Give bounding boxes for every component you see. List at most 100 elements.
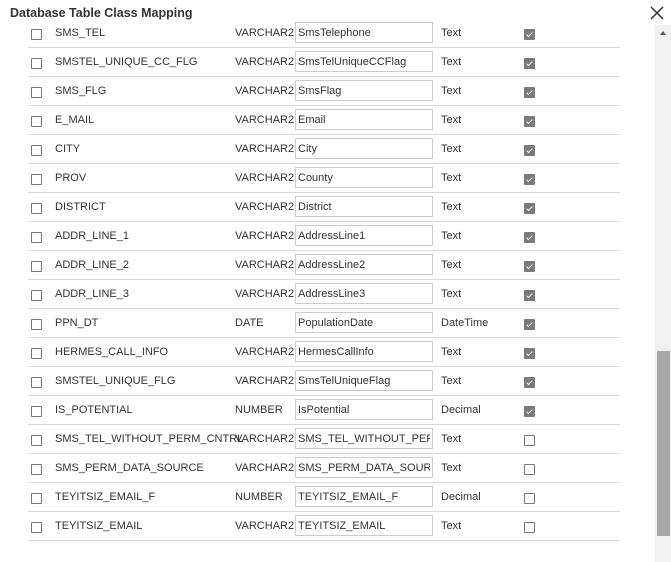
column-name: E_MAIL — [55, 114, 95, 126]
property-name-input[interactable] — [295, 312, 433, 333]
property-class: Text — [441, 375, 462, 387]
property-name-input[interactable] — [295, 486, 433, 507]
mapped-checkbox[interactable] — [524, 464, 535, 475]
table-row: ADDR_LINE_3 VARCHAR2 Text — [28, 280, 620, 309]
mapped-checkbox[interactable] — [524, 319, 535, 330]
column-name: PROV — [55, 172, 87, 184]
column-name: TEYITSIZ_EMAIL_F — [55, 491, 156, 503]
property-class: Text — [441, 433, 462, 445]
column-data-type: NUMBER — [235, 404, 283, 416]
property-name-input[interactable] — [295, 341, 433, 362]
property-class: Text — [441, 462, 462, 474]
mapped-checkbox[interactable] — [524, 377, 535, 388]
table-row: SMS_PERM_DATA_SOURCE VARCHAR2 Text — [28, 454, 620, 483]
property-class: Text — [441, 172, 462, 184]
column-name: ADDR_LINE_3 — [55, 288, 129, 300]
row-select-checkbox[interactable] — [31, 464, 42, 475]
property-class: Text — [441, 56, 462, 68]
property-class: DateTime — [441, 317, 489, 329]
row-select-checkbox[interactable] — [31, 29, 42, 40]
column-name: ADDR_LINE_2 — [55, 259, 129, 271]
property-name-input[interactable] — [295, 428, 433, 449]
mapped-checkbox[interactable] — [524, 493, 535, 504]
mapped-checkbox[interactable] — [524, 261, 535, 272]
property-name-input[interactable] — [295, 225, 433, 246]
mapped-checkbox[interactable] — [524, 29, 535, 40]
mapped-checkbox[interactable] — [524, 290, 535, 301]
property-name-input[interactable] — [295, 399, 433, 420]
table-row: TEYITSIZ_EMAIL_F NUMBER Decimal — [28, 483, 620, 512]
property-class: Text — [441, 27, 462, 39]
mapped-checkbox[interactable] — [524, 406, 535, 417]
property-name-input[interactable] — [295, 51, 433, 72]
row-select-checkbox[interactable] — [31, 87, 42, 98]
column-data-type: DATE — [235, 317, 264, 329]
column-data-type: VARCHAR2 — [235, 462, 295, 474]
column-name: SMSTEL_UNIQUE_CC_FLG — [55, 56, 198, 68]
row-select-checkbox[interactable] — [31, 174, 42, 185]
property-name-input[interactable] — [295, 283, 433, 304]
table-row: SMSTEL_UNIQUE_FLG VARCHAR2 Text — [28, 367, 620, 396]
property-class: Text — [441, 114, 462, 126]
mapped-checkbox[interactable] — [524, 174, 535, 185]
row-select-checkbox[interactable] — [31, 493, 42, 504]
property-class: Text — [441, 85, 462, 97]
property-name-input[interactable] — [295, 138, 433, 159]
property-class: Text — [441, 346, 462, 358]
column-data-type: VARCHAR2 — [235, 346, 295, 358]
table-row: E_MAIL VARCHAR2 Text — [28, 106, 620, 135]
mapped-checkbox[interactable] — [524, 522, 535, 533]
row-select-checkbox[interactable] — [31, 290, 42, 301]
property-name-input[interactable] — [295, 515, 433, 536]
column-data-type: VARCHAR2 — [235, 201, 295, 213]
row-select-checkbox[interactable] — [31, 203, 42, 214]
table-row: DISTRICT VARCHAR2 Text — [28, 193, 620, 222]
property-class: Text — [441, 230, 462, 242]
row-select-checkbox[interactable] — [31, 232, 42, 243]
property-name-input[interactable] — [295, 370, 433, 391]
property-class: Text — [441, 201, 462, 213]
property-name-input[interactable] — [295, 167, 433, 188]
column-name: IS_POTENTIAL — [55, 404, 133, 416]
property-name-input[interactable] — [295, 109, 433, 130]
column-data-type: VARCHAR2 — [235, 114, 295, 126]
dialog-title: Database Table Class Mapping — [10, 6, 193, 20]
row-select-checkbox[interactable] — [31, 319, 42, 330]
column-data-type: VARCHAR2 — [235, 433, 295, 445]
row-select-checkbox[interactable] — [31, 58, 42, 69]
row-select-checkbox[interactable] — [31, 406, 42, 417]
row-select-checkbox[interactable] — [31, 377, 42, 388]
column-name: DISTRICT — [55, 201, 106, 213]
mapped-checkbox[interactable] — [524, 87, 535, 98]
property-name-input[interactable] — [295, 457, 433, 478]
mapped-checkbox[interactable] — [524, 116, 535, 127]
mapped-checkbox[interactable] — [524, 232, 535, 243]
property-name-input[interactable] — [295, 196, 433, 217]
row-select-checkbox[interactable] — [31, 145, 42, 156]
row-select-checkbox[interactable] — [31, 522, 42, 533]
table-row: SMSTEL_UNIQUE_CC_FLG VARCHAR2 Text — [28, 48, 620, 77]
mapped-checkbox[interactable] — [524, 58, 535, 69]
mapped-checkbox[interactable] — [524, 145, 535, 156]
vertical-scrollbar[interactable] — [655, 25, 671, 562]
mapped-checkbox[interactable] — [524, 348, 535, 359]
mapping-table: SMS_TEL VARCHAR2 Text SMSTEL_UNIQUE_CC_FLG V… — [28, 19, 620, 541]
row-select-checkbox[interactable] — [31, 116, 42, 127]
property-name-input[interactable] — [295, 80, 433, 101]
mapped-checkbox[interactable] — [524, 203, 535, 214]
table-row: PROV VARCHAR2 Text — [28, 164, 620, 193]
mapped-checkbox[interactable] — [524, 435, 535, 446]
property-name-input[interactable] — [295, 254, 433, 275]
property-name-input[interactable] — [295, 22, 433, 43]
row-select-checkbox[interactable] — [31, 261, 42, 272]
table-row: ADDR_LINE_2 VARCHAR2 Text — [28, 251, 620, 280]
table-row: HERMES_CALL_INFO VARCHAR2 Text — [28, 338, 620, 367]
column-data-type: VARCHAR2 — [235, 259, 295, 271]
column-name: HERMES_CALL_INFO — [55, 346, 169, 358]
scroll-up-arrow-icon[interactable] — [655, 27, 671, 39]
property-class: Text — [441, 520, 462, 532]
row-select-checkbox[interactable] — [31, 348, 42, 359]
row-select-checkbox[interactable] — [31, 435, 42, 446]
close-button[interactable] — [647, 3, 667, 23]
scrollbar-thumb[interactable] — [657, 351, 670, 536]
